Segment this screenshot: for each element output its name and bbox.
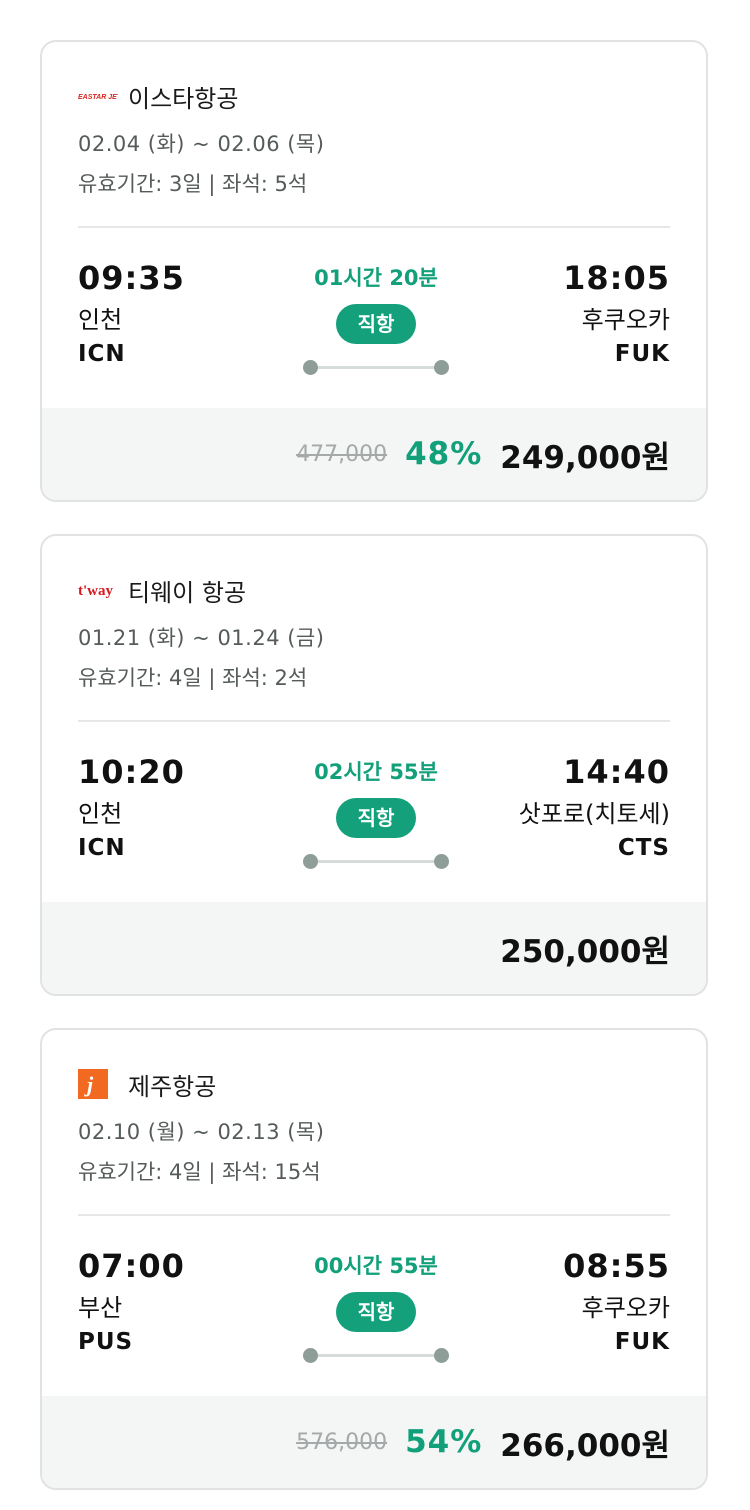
departure-code: PUS — [78, 1329, 134, 1355]
airline-name: 제주항공 — [128, 1072, 217, 1101]
travel-dates: 02.04 (화) ~ 02.06 (목) — [78, 132, 325, 156]
validity-seats: 유효기간: 4일 | 좌석: 2석 — [78, 666, 308, 690]
price-bar: 477,000 48% 249,000원 — [42, 408, 706, 500]
price-bar: 576,000 54% 266,000원 — [42, 1396, 706, 1488]
flight-duration: 00시간 55분 — [314, 1254, 438, 1278]
flight-header: t'way 티웨이 항공 01.21 (화) ~ 01.24 (금) 유효기간:… — [78, 572, 670, 692]
flight-header: EASTAR JET 이스타항공 02.04 (화) ~ 02.06 (목) 유… — [78, 78, 670, 198]
flight-route: 01시간 20분 직항 — [276, 264, 476, 376]
validity-seats: 유효기간: 3일 | 좌석: 5석 — [78, 172, 308, 196]
route-bar — [311, 860, 441, 863]
eastar-jet-logo-icon: EASTAR JET — [78, 78, 120, 114]
origin-dot-icon — [303, 1348, 318, 1363]
departure-time: 09:35 — [78, 259, 185, 297]
travel-dates: 02.10 (월) ~ 02.13 (목) — [78, 1120, 325, 1144]
route-bar — [311, 1354, 441, 1357]
discount-rate: 48% — [405, 436, 483, 472]
flight-duration: 01시간 20분 — [314, 266, 438, 290]
arrival-info: 08:55 후쿠오카 FUK — [563, 1246, 670, 1358]
arrival-info: 18:05 후쿠오카 FUK — [563, 258, 670, 370]
flight-route: 00시간 55분 직항 — [276, 1252, 476, 1364]
jeju-air-logo-icon: j — [78, 1066, 120, 1102]
route-line — [303, 1346, 449, 1364]
direct-badge: 직항 — [336, 1292, 416, 1332]
tway-logo-icon: t'way — [78, 572, 120, 608]
departure-city: 인천 — [78, 306, 123, 334]
flight-header: j 제주항공 02.10 (월) ~ 02.13 (목) 유효기간: 4일 | … — [78, 1066, 670, 1186]
route-bar — [311, 366, 441, 369]
arrival-city: 후쿠오카 — [581, 306, 670, 334]
departure-city: 부산 — [78, 1294, 123, 1322]
destination-dot-icon — [434, 1348, 449, 1363]
departure-city: 인천 — [78, 800, 123, 828]
sale-price: 250,000원 — [500, 933, 670, 970]
destination-dot-icon — [434, 360, 449, 375]
origin-dot-icon — [303, 360, 318, 375]
validity-seats: 유효기간: 4일 | 좌석: 15석 — [78, 1160, 321, 1184]
sale-price: 249,000원 — [500, 439, 670, 476]
arrival-city: 삿포로(치토세) — [518, 800, 670, 828]
arrival-info: 14:40 삿포로(치토세) CTS — [519, 752, 670, 864]
arrival-time: 14:40 — [563, 753, 670, 791]
departure-info: 07:00 부산 PUS — [78, 1246, 185, 1358]
departure-code: ICN — [78, 835, 126, 861]
price-bar: 250,000원 — [42, 902, 706, 994]
airline-row: t'way 티웨이 항공 — [78, 572, 670, 608]
flight-list: EASTAR JET 이스타항공 02.04 (화) ~ 02.06 (목) 유… — [0, 0, 750, 1490]
arrival-code: FUK — [614, 1329, 670, 1355]
departure-time: 07:00 — [78, 1247, 185, 1285]
airline-row: j 제주항공 — [78, 1066, 670, 1102]
flight-duration: 02시간 55분 — [314, 760, 438, 784]
svg-text:t'way: t'way — [78, 583, 113, 599]
original-price: 576,000 — [296, 1429, 388, 1455]
airline-name: 티웨이 항공 — [128, 578, 247, 607]
sale-price: 266,000원 — [500, 1427, 670, 1464]
travel-dates: 01.21 (화) ~ 01.24 (금) — [78, 626, 325, 650]
divider — [78, 226, 670, 228]
original-price: 477,000 — [296, 441, 388, 467]
airline-name: 이스타항공 — [128, 84, 239, 113]
departure-code: ICN — [78, 341, 126, 367]
departure-time: 10:20 — [78, 753, 185, 791]
flight-card[interactable]: t'way 티웨이 항공 01.21 (화) ~ 01.24 (금) 유효기간:… — [40, 534, 708, 996]
divider — [78, 720, 670, 722]
divider — [78, 1214, 670, 1216]
arrival-code: FUK — [614, 341, 670, 367]
destination-dot-icon — [434, 854, 449, 869]
departure-info: 10:20 인천 ICN — [78, 752, 185, 864]
discount-rate: 54% — [405, 1424, 483, 1460]
arrival-time: 18:05 — [563, 259, 670, 297]
flight-card[interactable]: j 제주항공 02.10 (월) ~ 02.13 (목) 유효기간: 4일 | … — [40, 1028, 708, 1490]
departure-info: 09:35 인천 ICN — [78, 258, 185, 370]
direct-badge: 직항 — [336, 798, 416, 838]
svg-text:EASTAR JET: EASTAR JET — [78, 94, 118, 101]
arrival-time: 08:55 — [563, 1247, 670, 1285]
arrival-code: CTS — [617, 835, 670, 861]
route-line — [303, 852, 449, 870]
route-line — [303, 358, 449, 376]
direct-badge: 직항 — [336, 304, 416, 344]
origin-dot-icon — [303, 854, 318, 869]
flight-route: 02시간 55분 직항 — [276, 758, 476, 870]
airline-row: EASTAR JET 이스타항공 — [78, 78, 670, 114]
flight-card[interactable]: EASTAR JET 이스타항공 02.04 (화) ~ 02.06 (목) 유… — [40, 40, 708, 502]
arrival-city: 후쿠오카 — [581, 1294, 670, 1322]
